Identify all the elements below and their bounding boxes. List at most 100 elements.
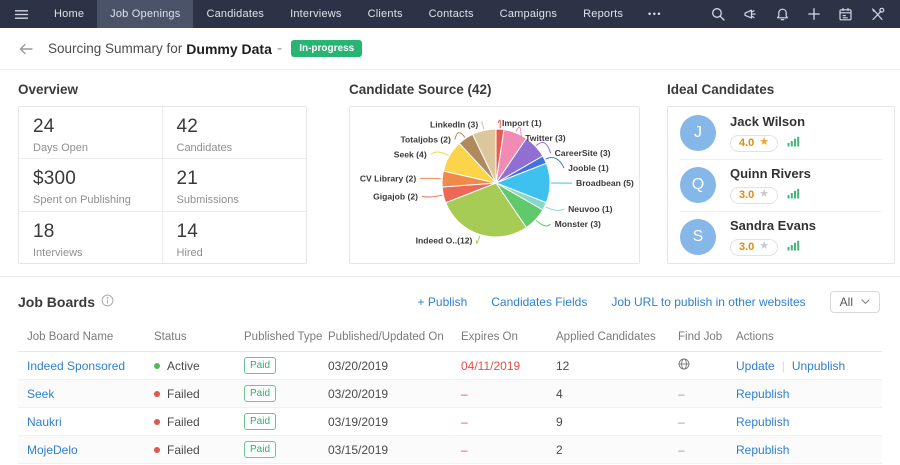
find-job-dash: –	[678, 443, 685, 457]
publish-link[interactable]: + Publish	[418, 295, 468, 309]
col-published-type: Published Type	[244, 324, 328, 352]
republish-link[interactable]: Republish	[736, 415, 789, 429]
candidate-name: Sandra Evans	[730, 218, 816, 233]
pie-label: Import (1)	[502, 118, 542, 128]
col-find-job: Find Job	[678, 324, 736, 352]
title-separator: -	[277, 40, 282, 58]
table-row: MojeDelo Failed Paid 03/15/2019 – 2 – Re…	[18, 436, 882, 464]
pie-label: LinkedIn (3)	[430, 120, 478, 130]
stat-hired: 14 Hired	[163, 212, 307, 263]
job-name: Dummy Data	[186, 41, 272, 57]
pie-leader-line	[431, 152, 449, 156]
applied-count: 12	[556, 359, 569, 373]
info-icon[interactable]	[101, 294, 114, 310]
back-arrow-icon[interactable]	[17, 40, 35, 58]
col-actions: Actions	[736, 324, 882, 352]
nav-more-icon[interactable]: •••	[636, 0, 674, 28]
candidate-source-card: Import (1)Twitter (3)CareerSite (3)Joobl…	[349, 106, 640, 264]
avatar: S	[680, 219, 716, 255]
paid-badge: Paid	[244, 357, 276, 374]
col-expires-on: Expires On	[461, 324, 556, 352]
candidate-row[interactable]: S Sandra Evans 3.0 ★	[668, 211, 894, 263]
candidate-star-0: ★	[759, 137, 769, 148]
status-text: Failed	[167, 415, 200, 429]
job-board-name-link[interactable]: Naukri	[27, 415, 62, 429]
applied-count: 2	[556, 443, 563, 457]
status-dot-0	[154, 363, 160, 369]
rating-pill: 3.0 ★	[730, 187, 778, 204]
update-link[interactable]: Update	[736, 359, 775, 373]
candidate-row[interactable]: J Jack Wilson 4.0 ★	[668, 107, 894, 159]
table-row: Naukri Failed Paid 03/19/2019 – 9 – Repu…	[18, 408, 882, 436]
nav-item-home[interactable]: Home	[41, 0, 97, 28]
overview-title: Overview	[18, 82, 307, 97]
stat-candidates: 42 Candidates	[163, 107, 307, 159]
search-icon[interactable]	[711, 7, 726, 22]
nav-item-job-openings[interactable]: Job Openings	[97, 0, 193, 28]
job-boards-table: Job Board Name Status Published Type Pub…	[18, 324, 882, 464]
applied-count: 9	[556, 415, 563, 429]
pie-label: CareerSite (3)	[555, 148, 611, 158]
applied-count: 4	[556, 387, 563, 401]
announcement-icon[interactable]	[743, 7, 758, 22]
job-board-name-link[interactable]: Seek	[27, 387, 54, 401]
hamburger-menu-icon[interactable]	[0, 0, 41, 28]
add-plus-icon[interactable]	[807, 7, 821, 21]
col-published-on: Published/Updated On	[328, 324, 461, 352]
status-text: Failed	[167, 387, 200, 401]
pie-label: Broadbean (5)	[576, 178, 634, 188]
job-url-link[interactable]: Job URL to publish in other websites	[611, 295, 805, 309]
job-board-name-link[interactable]: MojeDelo	[27, 443, 78, 457]
pie-label: Jooble (1)	[568, 163, 609, 173]
pie-leader-line	[455, 133, 465, 140]
paid-badge: Paid	[244, 413, 276, 430]
pie-label: Monster (3)	[555, 219, 601, 229]
job-board-name-link[interactable]: Indeed Sponsored	[27, 359, 125, 373]
stat-interviews: 18 Interviews	[19, 212, 163, 263]
ideal-candidates-title: Ideal Candidates	[667, 82, 895, 97]
table-row: Indeed Sponsored Active Paid 03/20/2019 …	[18, 352, 882, 380]
expires-dash: –	[461, 415, 468, 429]
top-navbar: Home Job Openings Candidates Interviews …	[0, 0, 900, 28]
candidate-source-pie: Import (1)Twitter (3)CareerSite (3)Joobl…	[350, 107, 639, 263]
page-header: Sourcing Summary for Dummy Data - In-pro…	[0, 28, 900, 70]
status-badge: In-progress	[291, 40, 362, 57]
status-text: Failed	[167, 443, 200, 457]
pie-leader-line	[546, 158, 565, 169]
candidates-fields-link[interactable]: Candidates Fields	[491, 295, 587, 309]
col-applied-candidates: Applied Candidates	[556, 324, 678, 352]
unpublish-link[interactable]: Unpublish	[792, 359, 845, 373]
setup-tools-icon[interactable]	[870, 7, 885, 22]
job-boards-title: Job Boards	[18, 294, 95, 310]
rating-pill: 4.0 ★	[730, 135, 778, 152]
published-date: 03/15/2019	[328, 443, 388, 457]
republish-link[interactable]: Republish	[736, 443, 789, 457]
candidate-row[interactable]: Q Quinn Rivers 3.0 ★	[668, 159, 894, 211]
calendar-icon[interactable]	[838, 7, 853, 22]
published-date: 03/19/2019	[328, 415, 388, 429]
nav-item-candidates[interactable]: Candidates	[193, 0, 277, 28]
nav-item-campaigns[interactable]: Campaigns	[487, 0, 570, 28]
table-row: Seek Failed Paid 03/20/2019 – 4 – Republ…	[18, 380, 882, 408]
pie-leader-line	[498, 120, 500, 128]
nav-item-clients[interactable]: Clients	[355, 0, 416, 28]
nav-item-reports[interactable]: Reports	[570, 0, 636, 28]
pie-label: Gigajob (2)	[373, 191, 418, 201]
ideal-candidates-card: J Jack Wilson 4.0 ★ Q	[667, 106, 895, 264]
republish-link[interactable]: Republish	[736, 387, 789, 401]
nav-item-interviews[interactable]: Interviews	[277, 0, 355, 28]
notifications-bell-icon[interactable]	[775, 7, 790, 22]
plus-icon: +	[418, 295, 425, 309]
signal-bars-icon	[787, 238, 800, 256]
nav-item-contacts[interactable]: Contacts	[416, 0, 487, 28]
expires-dash: –	[461, 387, 468, 401]
stat-days-open: 24 Days Open	[19, 107, 163, 159]
find-job-dash: –	[678, 387, 685, 401]
status-text: Active	[167, 359, 200, 373]
pie-label: Seek (4)	[394, 150, 427, 160]
rating-pill: 3.0 ★	[730, 239, 778, 256]
globe-icon[interactable]	[678, 359, 690, 373]
filter-dropdown[interactable]: All	[830, 291, 880, 313]
find-job-dash: –	[678, 415, 685, 429]
col-status: Status	[154, 324, 244, 352]
